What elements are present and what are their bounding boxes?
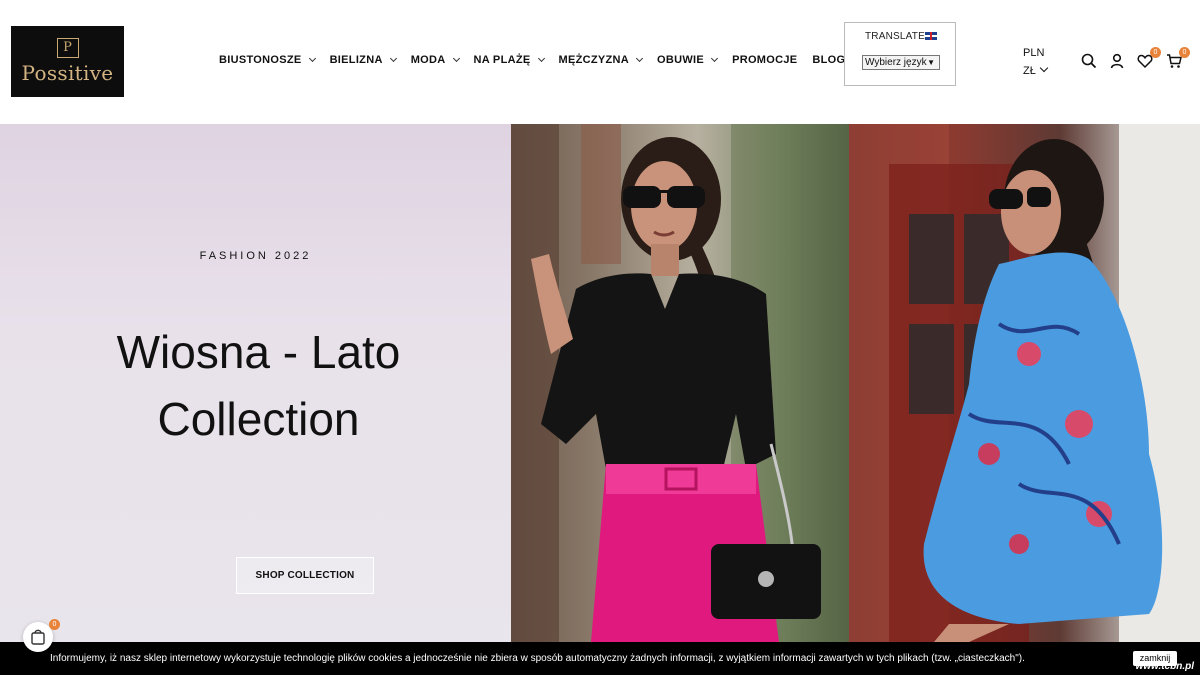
model-pink-illustration [511,124,849,642]
nav-item-label: MODA [410,54,446,66]
nav-item-obuwie[interactable]: OBUWIE [657,54,719,66]
user-icon [1110,53,1124,69]
nav-item-label: BLOG [812,54,846,66]
nav-item-na-plaze[interactable]: NA PLAŻĘ [473,54,545,66]
logo-mark: P [56,38,79,58]
dropdown-arrow-icon: ▼ [927,58,935,67]
logo[interactable]: P Possitive [11,26,124,97]
hero-headline-line1: Wiosna - Lato [116,326,401,378]
nav-item-mezczyzna[interactable]: MĘŻCZYZNA [558,54,644,66]
logo-text: Possitive [21,61,114,85]
watermark: www.tcbn.pl [1135,661,1194,672]
page: P Possitive BIUSTONOSZE BIELIZNA MODA NA… [0,0,1200,675]
nav-item-label: BIUSTONOSZE [219,54,302,66]
shop-collection-button[interactable]: SHOP COLLECTION [236,557,374,594]
hero-photo-model-floral [849,124,1200,642]
nav-item-blog[interactable]: BLOG [812,54,845,66]
model-floral-illustration [849,124,1200,642]
nav-item-biustonosze[interactable]: BIUSTONOSZE [219,54,316,66]
hero-headline: Wiosna - Lato Collection [0,319,517,453]
cookie-consent-bar: Informujemy, iż nasz sklep internetowy w… [0,642,1200,675]
nav-item-label: PROMOCJE [732,54,798,66]
currency-switcher[interactable]: PLN ZŁ [1023,44,1049,80]
nav-item-promocje[interactable]: PROMOCJE [732,54,797,66]
wishlist-count-badge: 0 [1150,47,1161,58]
chevron-down-icon [389,54,397,63]
hero-kicker: FASHION 2022 [199,250,312,262]
cart-button[interactable]: 0 [1166,47,1190,69]
chevron-down-icon [308,54,316,63]
translate-widget: TRANSLATE Wybierz język ▼ [844,22,956,86]
cart-count-badge: 0 [1179,47,1190,58]
nav-item-label: OBUWIE [657,54,705,66]
chevron-down-icon [537,54,545,63]
nav-item-moda[interactable]: MODA [410,54,460,66]
currency-code: PLN [1023,47,1045,59]
chevron-down-icon [711,54,719,63]
nav-item-label: NA PLAŻĘ [473,54,531,66]
hero-banner: FASHION 2022 Wiosna - Lato Collection SH… [0,124,1200,642]
hero-photo-model-pink [511,124,849,642]
main-nav: BIUSTONOSZE BIELIZNA MODA NA PLAŻĘ MĘŻCZ… [219,52,860,68]
translate-label: TRANSLATE [865,31,925,42]
floating-cart-button[interactable]: 0 [23,619,60,652]
site-header: P Possitive BIUSTONOSZE BIELIZNA MODA NA… [0,0,1200,124]
uk-flag-icon [925,32,937,40]
account-button[interactable] [1109,53,1125,69]
chevron-down-icon [1039,63,1049,73]
nav-item-bielizna[interactable]: BIELIZNA [329,54,397,66]
language-select-value: Wybierz język [865,57,927,68]
nav-item-label: MĘŻCZYZNA [558,54,630,66]
nav-item-label: BIELIZNA [329,54,383,66]
chevron-down-icon [452,54,460,63]
hero-headline-line2: Collection [157,393,360,445]
cookie-consent-text: Informujemy, iż nasz sklep internetowy w… [50,653,1025,664]
hero-text-panel: FASHION 2022 Wiosna - Lato Collection SH… [0,124,511,642]
language-select[interactable]: Wybierz język ▼ [862,55,940,70]
floating-cart-count-badge: 0 [49,619,60,630]
currency-symbol: ZŁ [1023,65,1036,77]
wishlist-button[interactable]: 0 [1137,47,1161,69]
search-icon [1081,53,1097,69]
currency-symbol-row: ZŁ [1023,62,1049,80]
search-button[interactable] [1081,53,1097,69]
chevron-down-icon [635,54,644,63]
